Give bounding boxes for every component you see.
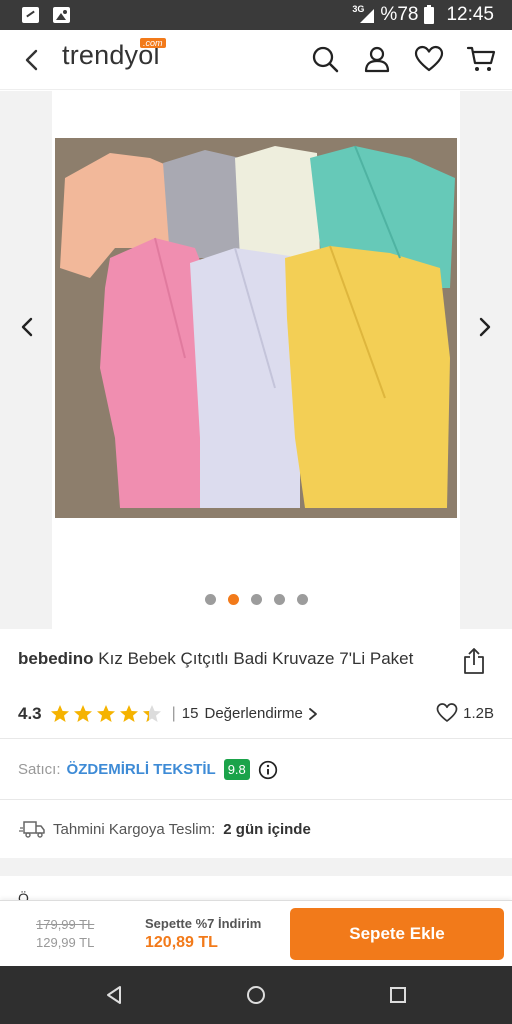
gallery-pagination xyxy=(0,594,512,605)
next-section-peek: Ö xyxy=(0,876,512,906)
info-icon[interactable] xyxy=(258,760,278,780)
status-bar: 3G %78 12:45 xyxy=(0,0,512,30)
back-arrow-icon[interactable] xyxy=(18,46,46,74)
share-icon[interactable] xyxy=(462,647,486,675)
add-to-cart-button[interactable]: Sepete Ekle xyxy=(290,908,504,960)
gallery-notification-icon xyxy=(53,7,70,23)
seller-row: Satıcı: ÖZDEMİRLİ TEKSTİL 9.8 xyxy=(0,740,512,800)
heart-outline-icon xyxy=(436,703,458,722)
basket-discount-label: Sepette %7 İndirim xyxy=(145,916,262,931)
review-count[interactable]: 15 xyxy=(182,705,199,722)
nav-back-icon[interactable] xyxy=(103,984,125,1006)
signal-icon: 3G xyxy=(352,4,375,25)
battery-icon xyxy=(424,4,435,24)
star-partial-icon xyxy=(142,704,161,722)
trendyol-logo[interactable]: trendyol .com xyxy=(62,38,166,71)
star-full-icon xyxy=(96,704,115,722)
gallery-dot[interactable] xyxy=(204,594,216,605)
favorites-heart-icon[interactable] xyxy=(414,44,444,74)
logo-suffix: .com xyxy=(140,38,166,48)
nav-recent-apps-icon[interactable] xyxy=(387,984,409,1006)
account-icon[interactable] xyxy=(362,44,392,74)
shipping-value: 2 gün içinde xyxy=(223,820,311,838)
purchase-bar: 179,99 TL 129,99 TL Sepette %7 İndirim 1… xyxy=(0,900,512,966)
section-divider xyxy=(0,858,512,876)
gallery-dot[interactable] xyxy=(250,594,262,605)
chevron-right-icon[interactable] xyxy=(307,707,319,721)
clock: 12:45 xyxy=(446,4,494,25)
seller-name-link[interactable]: ÖZDEMİRLİ TEKSTİL xyxy=(67,761,216,778)
search-icon[interactable] xyxy=(310,44,340,74)
delivery-truck-icon xyxy=(19,821,45,838)
nav-home-icon[interactable] xyxy=(245,984,267,1006)
shipping-label: Tahmini Kargoya Teslim: xyxy=(53,820,216,838)
star-full-icon xyxy=(73,704,92,722)
product-name: Kız Bebek Çıtçıtlı Badi Kruvaze 7'Li Pak… xyxy=(98,649,414,668)
basket-price: 120,89 TL xyxy=(145,934,218,951)
battery-percent: %78 xyxy=(380,4,419,25)
gallery-prev-arrow-icon[interactable] xyxy=(16,315,40,339)
favorite-button[interactable]: 1.2B xyxy=(436,702,494,724)
cart-icon[interactable] xyxy=(466,44,496,74)
product-title: bebedino Kız Bebek Çıtçıtlı Badi Kruvaze… xyxy=(18,649,448,669)
android-nav-bar xyxy=(0,966,512,1024)
seller-score-badge: 9.8 xyxy=(223,759,250,780)
product-gallery[interactable] xyxy=(0,91,512,629)
reviews-link[interactable]: Değerlendirme xyxy=(204,705,302,722)
gallery-dot-active[interactable] xyxy=(227,594,239,605)
rating-row: 4.3 | 15 Değerlendirme 1.2B xyxy=(0,689,512,739)
app-header: trendyol .com xyxy=(0,30,512,90)
gallery-dot[interactable] xyxy=(273,594,285,605)
favorite-count: 1.2B xyxy=(463,704,494,722)
product-title-row: bebedino Kız Bebek Çıtçıtlı Badi Kruvaze… xyxy=(0,629,512,689)
star-full-icon xyxy=(119,704,138,722)
current-price: 129,99 TL xyxy=(36,935,95,950)
product-brand[interactable]: bebedino xyxy=(18,649,94,668)
gallery-card xyxy=(52,91,460,629)
rating-stars xyxy=(50,704,162,724)
rating-value: 4.3 xyxy=(18,703,42,723)
gallery-dot[interactable] xyxy=(296,594,308,605)
notification-icon xyxy=(22,7,39,23)
product-photo[interactable] xyxy=(55,138,457,518)
rating-separator: | xyxy=(171,704,176,722)
seller-label: Satıcı: xyxy=(18,761,61,778)
gallery-next-arrow-icon[interactable] xyxy=(472,315,496,339)
shipping-row: Tahmini Kargoya Teslim: 2 gün içinde xyxy=(0,800,512,858)
star-full-icon xyxy=(50,704,69,722)
old-price: 179,99 TL xyxy=(36,917,95,932)
